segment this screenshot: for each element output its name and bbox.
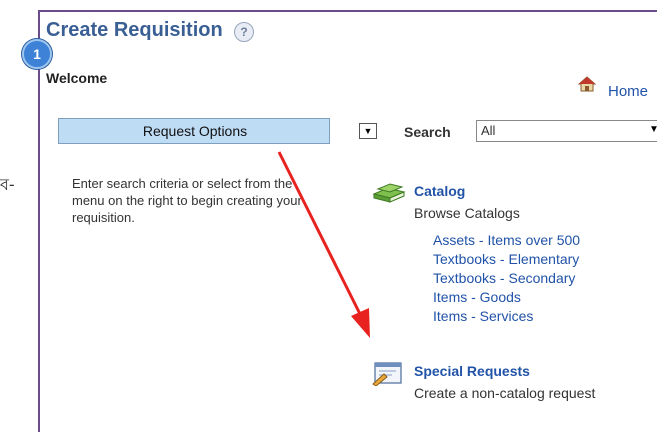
annotation-arrow — [277, 151, 370, 338]
